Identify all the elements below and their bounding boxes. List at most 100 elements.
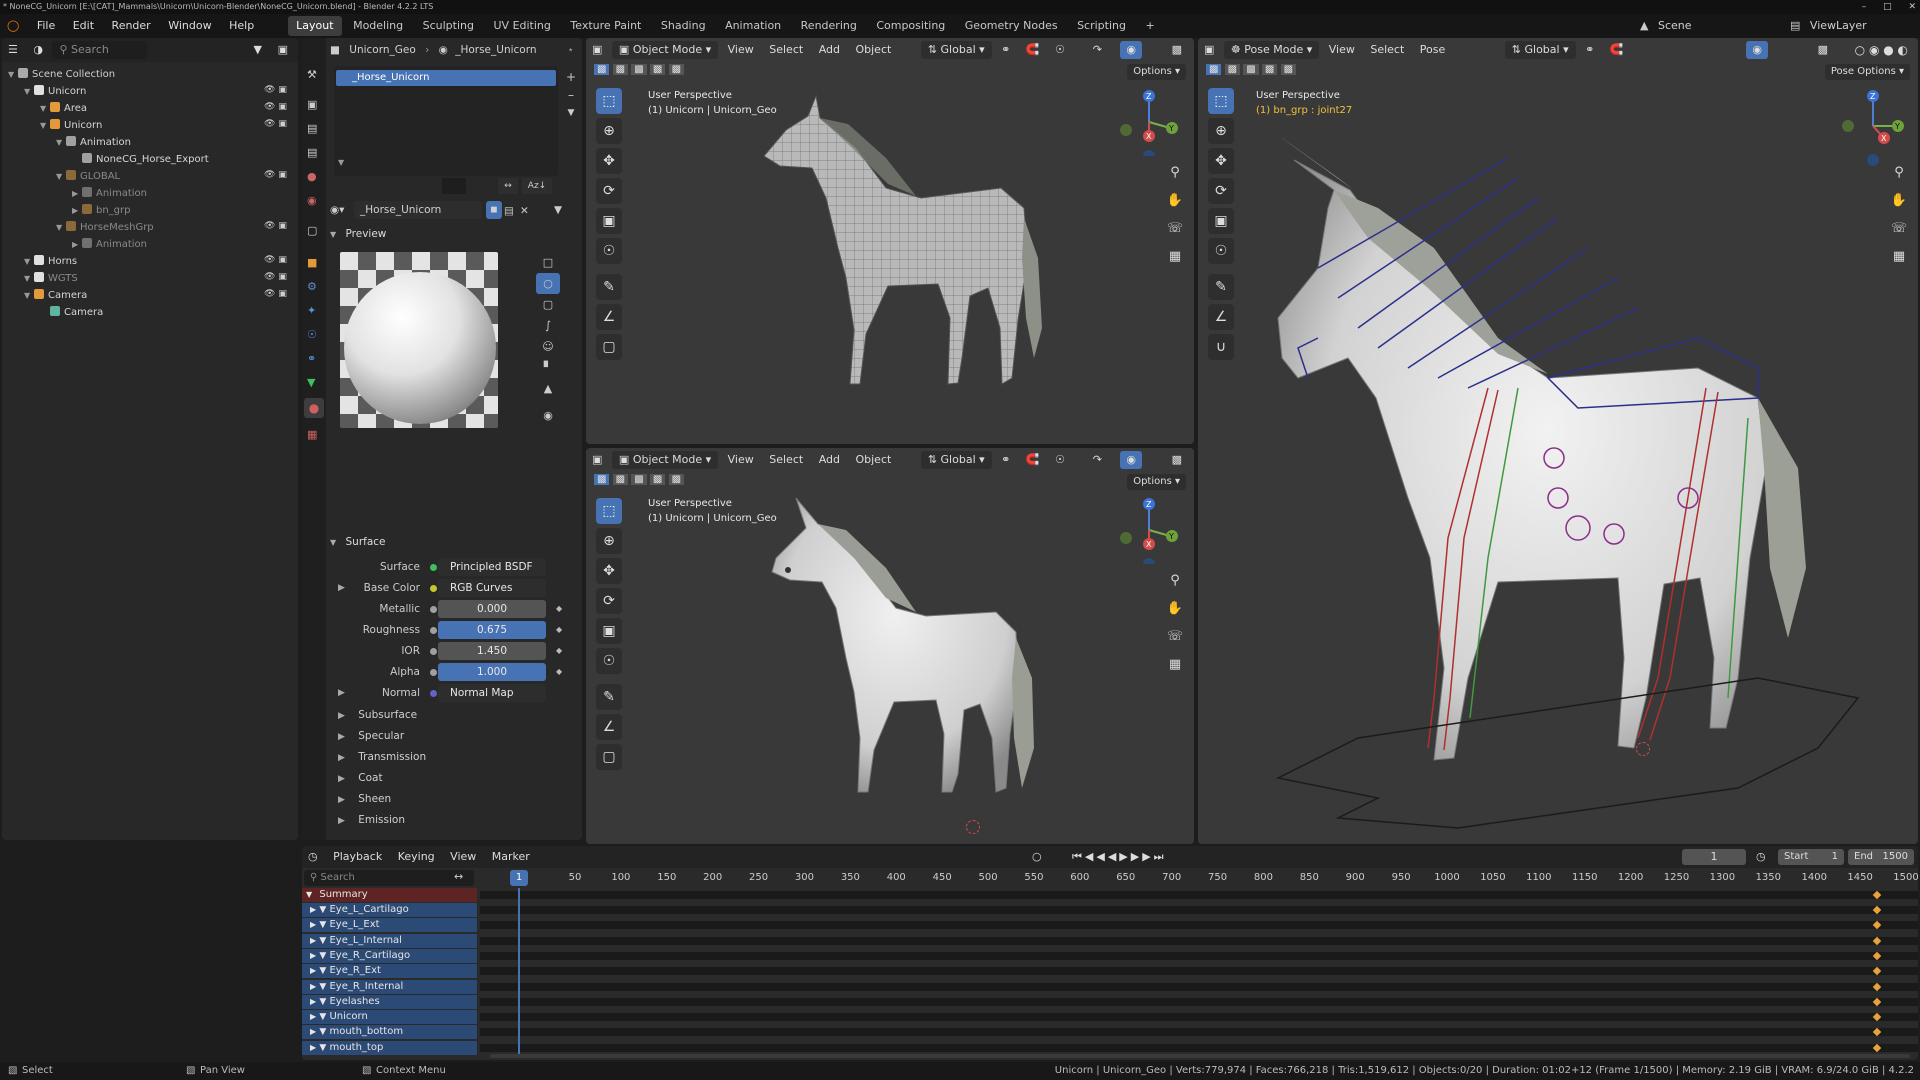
outliner-row[interactable]: ▼ Horns — [24, 253, 77, 270]
physics-tab-icon[interactable]: ☉ — [307, 328, 317, 341]
channel-track[interactable] — [480, 982, 1918, 991]
camera-render-icon[interactable]: ▣ — [278, 85, 287, 95]
menu-edit[interactable]: Edit — [66, 14, 101, 38]
eye-icon[interactable]: 👁 — [264, 255, 275, 265]
menu-playback[interactable]: Playback — [327, 846, 388, 868]
orientation-dropdown[interactable]: ⇅ Global ▾ — [920, 41, 992, 59]
property-field[interactable]: RGB Curves — [438, 579, 546, 597]
constraints-tab-icon[interactable]: ⚭ — [307, 352, 316, 365]
select-box-tool-icon[interactable]: ⬚ — [596, 498, 622, 524]
menu-window[interactable]: Window — [161, 14, 218, 38]
expand-icon[interactable]: ▼ — [40, 100, 50, 117]
ortho-grid-icon[interactable]: ▦ — [1164, 654, 1186, 676]
viewport-top[interactable]: ▣ ▣ Object Mode ▾ View Select Add Object… — [586, 38, 1194, 444]
camera-view-icon[interactable]: ☏ — [1164, 218, 1186, 240]
close-icon[interactable]: ✕ — [1908, 2, 1916, 12]
transform-tool-icon[interactable]: ☉ — [596, 648, 622, 674]
preview-panel-header[interactable]: ▼ Preview — [330, 224, 578, 244]
expand-icon[interactable]: ▼ — [8, 66, 18, 83]
scale-tool-icon[interactable]: ▣ — [1208, 208, 1234, 234]
cursor-tool-icon[interactable]: ⊕ — [596, 118, 622, 144]
view-layer-tab-icon[interactable]: ▤ — [307, 146, 317, 159]
expand-icon[interactable]: ▶ — [310, 936, 316, 945]
eye-icon[interactable]: 👁 — [264, 85, 275, 95]
keyframe-icon[interactable] — [1872, 982, 1882, 991]
reverse-sort-icon[interactable]: ↔ — [498, 178, 518, 194]
minimize-icon[interactable]: – — [1862, 2, 1867, 12]
outliner-row[interactable]: ▼ WGTS — [24, 270, 78, 287]
visibility-toggles[interactable]: 👁 ▣ — [264, 289, 287, 299]
scene-selector[interactable]: ▲ Scene — [1640, 14, 1692, 38]
channel-track[interactable] — [480, 997, 1918, 1007]
world-tab-icon[interactable]: ◉ — [307, 194, 317, 207]
blender-logo-icon[interactable]: ◯ — [0, 14, 26, 38]
scale-tool-icon[interactable]: ▣ — [596, 618, 622, 644]
start-frame-field[interactable]: Start 1 — [1778, 849, 1844, 865]
expand-icon[interactable]: ▶ — [310, 966, 316, 975]
material-link-icon[interactable]: ▼ — [554, 200, 562, 220]
expand-icon[interactable]: ▼ — [24, 287, 34, 304]
channel-row[interactable]: ▶ ▼ Eyelashes — [302, 994, 477, 1009]
add-slot-icon[interactable]: + — [564, 68, 578, 86]
keyframe-toggle-icon[interactable]: ◆ — [556, 600, 562, 618]
proportional-edit-icon[interactable]: ☉ — [1049, 448, 1071, 472]
visibility-toggles[interactable]: 👁 ▣ — [264, 255, 287, 265]
timeline-ruler[interactable]: 50 100 150 200 250 300 350 400 450 500 550 600 650 70… — [512, 868, 1918, 888]
transform-tool-icon[interactable]: ☉ — [1208, 238, 1234, 264]
channel-row[interactable]: ▶ ▼ Eye_L_Cartilago — [302, 903, 477, 917]
select-extend-icon[interactable]: ▩ — [1224, 64, 1241, 75]
channel-row[interactable]: ▶ ▼ mouth_bottom — [302, 1025, 477, 1040]
property-field[interactable]: Principled BSDF — [438, 558, 546, 576]
options-dropdown[interactable]: Options ▾ — [1127, 64, 1186, 80]
options-dropdown[interactable]: Options ▾ — [1127, 474, 1186, 490]
preview-cube-icon[interactable]: ▢ — [536, 294, 560, 315]
property-field[interactable]: 1.450 — [438, 642, 546, 660]
slot-menu-icon[interactable]: ▼ — [564, 104, 578, 122]
outliner-row[interactable]: ▼ GLOBAL — [56, 168, 120, 185]
tab-compositing[interactable]: Compositing — [868, 16, 953, 36]
gizmo-toggle-icon[interactable]: ↷ — [1087, 38, 1108, 62]
keyframe-icon[interactable] — [1872, 1012, 1882, 1022]
expand-icon[interactable]: ▶ — [310, 920, 316, 929]
visibility-toggles[interactable]: 👁 ▣ — [264, 221, 287, 231]
horizontal-scrollbar[interactable] — [490, 1054, 1910, 1058]
end-frame-field[interactable]: End 1500 — [1848, 849, 1914, 865]
expand-icon[interactable]: ▼ — [24, 253, 34, 270]
modifier-tab-icon[interactable]: ⚙ — [307, 280, 317, 293]
select-new-icon[interactable]: ▩ — [1206, 64, 1222, 75]
tab-layout[interactable]: Layout — [288, 16, 342, 36]
xray-icon[interactable]: ▩ — [1812, 38, 1834, 62]
menu-view[interactable]: View — [444, 846, 482, 868]
select-box-tool-icon[interactable]: ⬚ — [596, 88, 622, 114]
annotate-tool-icon[interactable]: ✎ — [1208, 274, 1234, 300]
material-name-field[interactable]: _Horse_Unicorn — [354, 201, 482, 219]
select-extend-icon[interactable]: ▩ — [612, 64, 629, 75]
channel-track[interactable] — [480, 1028, 1918, 1037]
channel-search-input[interactable]: ⚲ Search — [304, 870, 474, 886]
xray-icon[interactable]: ▩ — [1166, 448, 1188, 472]
navigation-gizmo[interactable]: Z Y X — [1116, 494, 1182, 564]
camera-view-icon[interactable]: ☏ — [1164, 626, 1186, 648]
view-layer-selector[interactable]: ▤ ViewLayer — [1790, 14, 1867, 38]
property-field[interactable]: 0.675 — [438, 621, 546, 639]
editor-type-icon[interactable]: ◷ — [302, 846, 324, 868]
camera-render-icon[interactable]: ▣ — [278, 119, 287, 129]
xray-icon[interactable]: ▩ — [1166, 38, 1188, 62]
expand-icon[interactable]: ▶ — [310, 905, 316, 914]
tab-scripting[interactable]: Scripting — [1069, 16, 1134, 36]
expand-icon[interactable]: ▶ — [72, 236, 82, 253]
keyframe-icon[interactable] — [1872, 1028, 1882, 1037]
cursor-tool-icon[interactable]: ⊕ — [596, 528, 622, 554]
expand-icon[interactable]: ▶ — [310, 997, 316, 1006]
expand-icon[interactable]: ▶ — [72, 185, 82, 202]
maximize-icon[interactable]: □ — [1883, 2, 1892, 12]
channel-row[interactable]: ▶ ▼ Eye_R_Ext — [302, 964, 477, 979]
camera-render-icon[interactable]: ▣ — [278, 221, 287, 231]
render-tab-icon[interactable]: ▣ — [307, 98, 317, 111]
channel-track[interactable] — [480, 951, 1918, 961]
ortho-grid-icon[interactable]: ▦ — [1164, 246, 1186, 268]
rotate-tool-icon[interactable]: ⟳ — [596, 178, 622, 204]
menu-view[interactable]: View — [722, 448, 760, 472]
socket-icon[interactable] — [430, 585, 437, 592]
expand-icon[interactable]: ▼ — [56, 219, 66, 236]
